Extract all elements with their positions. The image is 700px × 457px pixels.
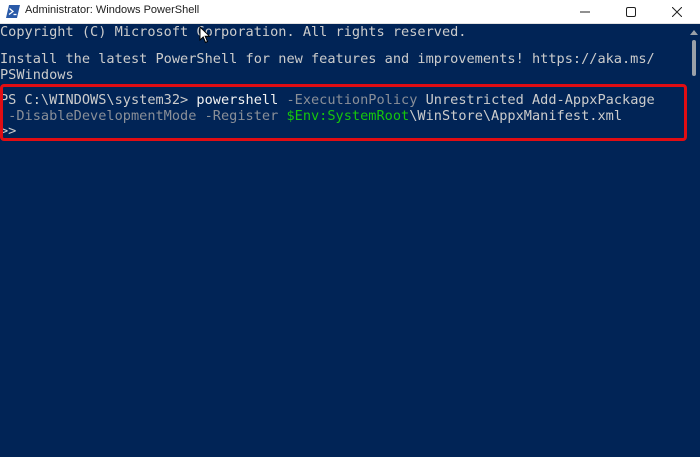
maximize-button[interactable] — [608, 0, 654, 23]
minimize-icon — [580, 11, 590, 12]
install-message-url-line: PSWindows — [0, 67, 74, 83]
close-icon — [672, 6, 682, 17]
command-highlight-box — [0, 84, 687, 141]
minimize-button[interactable] — [562, 0, 608, 23]
powershell-icon — [6, 5, 20, 18]
close-button[interactable] — [654, 0, 700, 23]
maximize-icon — [626, 6, 636, 17]
scroll-up-icon[interactable] — [690, 30, 698, 35]
powershell-window: Administrator: Windows PowerShell Copyri… — [0, 0, 700, 457]
scroll-thumb[interactable] — [692, 40, 696, 76]
mouse-pointer-icon — [199, 26, 211, 44]
vertical-scrollbar[interactable] — [688, 24, 700, 457]
copyright-line: Copyright (C) Microsoft Corporation. All… — [0, 24, 467, 40]
install-message-line: Install the latest PowerShell for new fe… — [0, 51, 655, 67]
title-bar[interactable]: Administrator: Windows PowerShell — [0, 0, 700, 24]
window-title: Administrator: Windows PowerShell — [25, 4, 200, 16]
